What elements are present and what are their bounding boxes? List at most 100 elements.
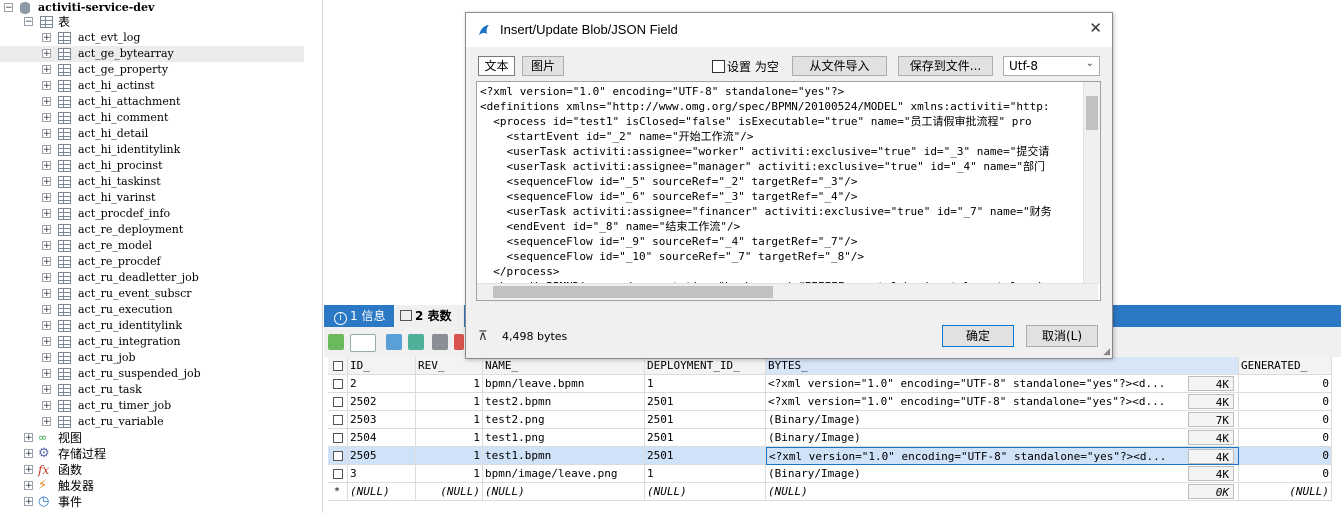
row-select-cell[interactable] [328, 411, 348, 429]
cell-name[interactable]: test2.png [483, 411, 645, 429]
cancel-button[interactable]: 取消(L) [1026, 325, 1098, 347]
expand-icon[interactable]: + [24, 433, 33, 443]
blob-size-button[interactable]: 4K [1188, 466, 1234, 481]
tree-item-table[interactable]: + act_hi_varinst [0, 190, 304, 206]
tab-text[interactable]: 文本 [478, 56, 515, 76]
cell-bytes[interactable]: <?xml version="1.0" encoding="UTF-8" sta… [766, 375, 1239, 393]
expand-icon[interactable]: + [42, 241, 51, 251]
tree-item-table[interactable]: + act_ru_deadletter_job [0, 270, 304, 286]
cell-rev[interactable]: 1 [416, 411, 483, 429]
tree-item-table[interactable]: + act_ru_timer_job [0, 398, 304, 414]
add-row-icon[interactable] [328, 334, 344, 350]
expand-icon[interactable]: + [42, 305, 51, 315]
cell-dep[interactable]: 2501 [645, 429, 766, 447]
blob-size-button[interactable]: 4K [1188, 449, 1234, 464]
cell-dep[interactable]: 1 [645, 375, 766, 393]
col-header[interactable]: DEPLOYMENT_ID_ [645, 357, 766, 375]
tree-folder-item[interactable]: + ⚡ 触发器 [0, 478, 304, 494]
expand-icon[interactable]: + [42, 209, 51, 219]
cell-id[interactable]: 2 [348, 375, 416, 393]
save-icon[interactable] [432, 334, 448, 350]
row-checkbox[interactable] [333, 469, 343, 479]
row-select-cell[interactable] [328, 465, 348, 483]
table-row[interactable]: 3 1 bpmn/image/leave.png 1 (Binary/Image) 4K 0 [328, 465, 1341, 483]
cell-dep[interactable]: (NULL) [645, 483, 766, 501]
expand-icon[interactable]: + [24, 449, 33, 459]
col-header[interactable]: NAME_ [483, 357, 645, 375]
cell-bytes[interactable]: (Binary/Image) 4K [766, 465, 1239, 483]
cell-name[interactable]: test1.bpmn [483, 447, 645, 465]
expand-icon[interactable]: + [42, 353, 51, 363]
tree-item-table[interactable]: + act_hi_identitylink [0, 142, 304, 158]
row-select-cell[interactable] [328, 447, 348, 465]
cell-gen[interactable]: 0 [1239, 375, 1332, 393]
tree-folder-item[interactable]: + ∞ 视图 [0, 430, 304, 446]
encoding-select[interactable]: Utf-8 ⌄ [1003, 56, 1100, 76]
cell-rev[interactable]: 1 [416, 465, 483, 483]
expand-icon[interactable]: + [42, 161, 51, 171]
expand-icon[interactable]: + [42, 321, 51, 331]
expand-icon[interactable]: + [42, 81, 51, 91]
tree-item-table[interactable]: + act_ru_integration [0, 334, 304, 350]
insert-row-icon[interactable] [386, 334, 402, 350]
tree-item-table[interactable]: + act_hi_attachment [0, 94, 304, 110]
expand-icon[interactable]: + [24, 497, 33, 507]
cell-rev[interactable]: 1 [416, 429, 483, 447]
collapse-icon[interactable]: − [4, 3, 13, 13]
object-tree[interactable]: − activiti-service-dev − 表 + act_evt_log + act_… [0, 0, 323, 513]
cell-dep[interactable]: 1 [645, 465, 766, 483]
expand-icon[interactable]: + [42, 65, 51, 75]
expand-icon[interactable]: + [42, 177, 51, 187]
tree-folder-item[interactable]: + ◷ 事件 [0, 494, 304, 510]
cell-gen[interactable]: 0 [1239, 393, 1332, 411]
cell-bytes[interactable]: (NULL) 0K [766, 483, 1239, 501]
cell-id[interactable]: 3 [348, 465, 416, 483]
table-row[interactable]: 2503 1 test2.png 2501 (Binary/Image) 7K 0 [328, 411, 1341, 429]
blob-size-button[interactable]: 4K [1188, 376, 1234, 391]
delete-icon[interactable] [454, 334, 464, 350]
new-row[interactable]: * (NULL) (NULL) (NULL) (NULL) (NULL) 0K (NULL) [328, 483, 1341, 501]
tree-item-table[interactable]: + act_ru_job [0, 350, 304, 366]
set-null-checkbox[interactable] [712, 60, 725, 73]
cell-name[interactable]: test2.bpmn [483, 393, 645, 411]
col-header[interactable]: ID_ [348, 357, 416, 375]
tree-item-table[interactable]: + act_hi_detail [0, 126, 304, 142]
blob-size-button[interactable]: 7K [1188, 412, 1234, 427]
cell-bytes[interactable]: (Binary/Image) 4K [766, 429, 1239, 447]
cell-id[interactable]: 2502 [348, 393, 416, 411]
duplicate-row-icon[interactable] [408, 334, 424, 350]
scrollbar-thumb[interactable] [493, 286, 773, 298]
import-file-button[interactable]: 从文件导入 [792, 56, 887, 76]
cell-name[interactable]: test1.png [483, 429, 645, 447]
cell-id[interactable]: (NULL) [348, 483, 416, 501]
row-select-cell[interactable]: * [328, 483, 348, 501]
cell-name[interactable]: bpmn/leave.bpmn [483, 375, 645, 393]
row-checkbox[interactable] [333, 433, 343, 443]
expand-icon[interactable]: + [42, 385, 51, 395]
cell-gen[interactable]: 0 [1239, 411, 1332, 429]
select-all-checkbox[interactable] [333, 361, 343, 371]
expand-icon[interactable]: + [42, 289, 51, 299]
row-select-cell[interactable] [328, 393, 348, 411]
col-header[interactable]: GENERATED_ [1239, 357, 1332, 375]
cell-dep[interactable]: 2501 [645, 411, 766, 429]
scrollbar-thumb[interactable] [1086, 96, 1098, 130]
cell-bytes[interactable]: <?xml version="1.0" encoding="UTF-8" sta… [766, 393, 1239, 411]
expand-icon[interactable]: + [42, 417, 51, 427]
tree-item-table[interactable]: + act_re_deployment [0, 222, 304, 238]
expand-icon[interactable]: + [42, 225, 51, 235]
cell-rev[interactable]: 1 [416, 375, 483, 393]
cell-gen[interactable]: 0 [1239, 429, 1332, 447]
blob-text-editor[interactable]: <?xml version="1.0" encoding="UTF-8" sta… [476, 81, 1101, 301]
vertical-scrollbar[interactable] [1083, 82, 1100, 284]
expand-icon[interactable]: + [42, 337, 51, 347]
blob-size-button[interactable]: 0K [1188, 484, 1234, 499]
cell-name[interactable]: bpmn/image/leave.png [483, 465, 645, 483]
select-all-cell[interactable] [328, 357, 348, 375]
cell-dep[interactable]: 2501 [645, 447, 766, 465]
expand-icon[interactable]: + [42, 145, 51, 155]
expand-icon[interactable]: + [42, 193, 51, 203]
expand-icon[interactable]: + [42, 97, 51, 107]
cell-dep[interactable]: 2501 [645, 393, 766, 411]
tree-folder-item[interactable]: + fx 函数 [0, 462, 304, 478]
